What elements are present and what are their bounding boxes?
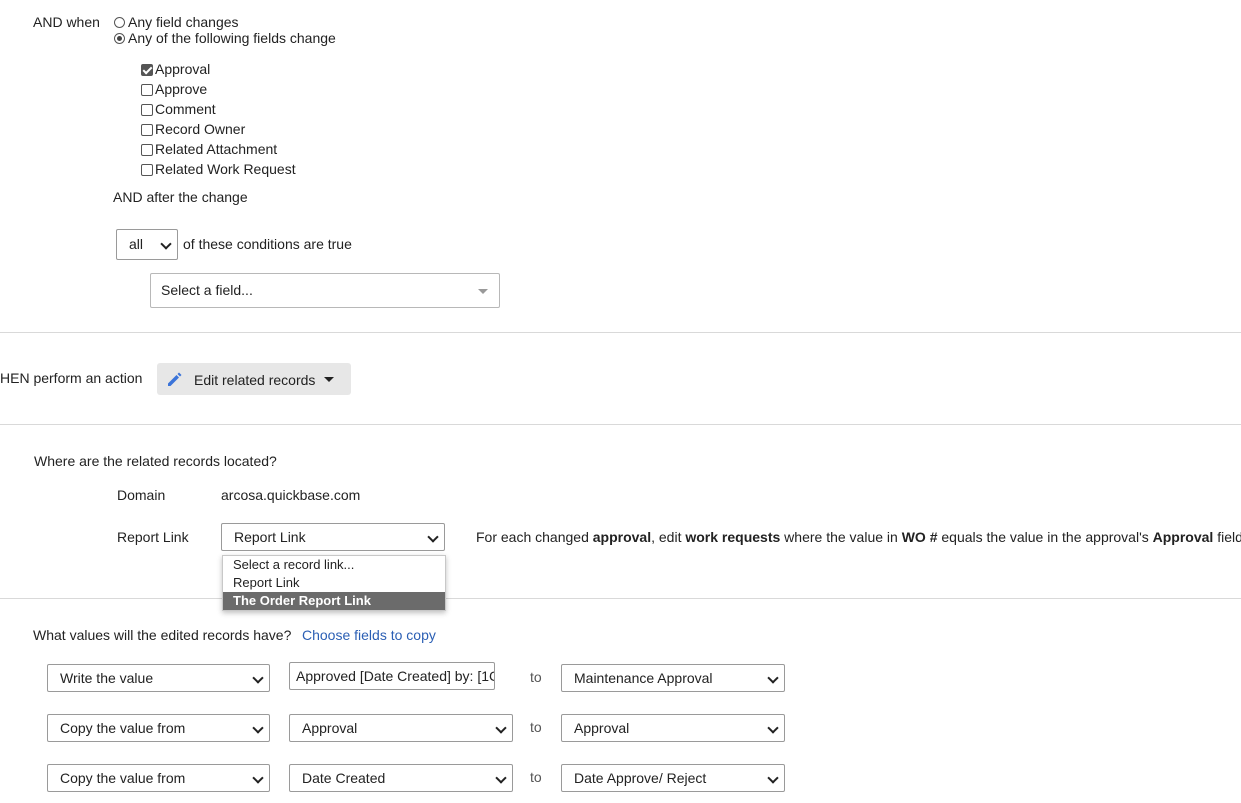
checkbox-icon[interactable] [141, 84, 153, 96]
source-field-text: Approval [302, 720, 358, 736]
checkbox-icon[interactable] [141, 104, 153, 116]
field-select[interactable]: Select a field... [150, 273, 500, 308]
field-checkbox-related-attachment[interactable]: Related Attachment [141, 141, 277, 157]
dropdown-option[interactable]: Report Link [223, 574, 445, 592]
related-description: For each changed approval, edit work req… [476, 529, 1241, 545]
action-label: HEN perform an action [0, 370, 143, 386]
report-link-label: Report Link [117, 529, 189, 545]
chevron-down-icon [252, 672, 264, 684]
desc-text: For each changed [476, 529, 593, 545]
checkbox-label: Related Work Request [155, 161, 296, 177]
pencil-icon [166, 370, 184, 391]
field-select-placeholder: Select a field... [161, 282, 253, 298]
chevron-down-icon [427, 531, 439, 543]
value-mode-text: Write the value [60, 670, 154, 686]
radio-icon[interactable] [114, 17, 125, 28]
chevron-down-icon [252, 722, 264, 734]
desc-bold: WO # [901, 529, 938, 545]
desc-text: equals the value in the approval's [937, 529, 1153, 545]
checkbox-label: Approval [155, 61, 211, 77]
to-label: to [530, 769, 542, 785]
field-checkbox-related-work-request[interactable]: Related Work Request [141, 161, 296, 177]
radio-selected-icon[interactable] [114, 33, 125, 44]
value-mode-select[interactable]: Copy the value from [47, 764, 270, 792]
source-field-select[interactable]: Approval [289, 714, 513, 742]
source-field-select[interactable]: Date Created [289, 764, 513, 792]
value-mode-select[interactable]: Write the value [47, 664, 270, 692]
divider [0, 598, 1241, 599]
values-question: What values will the edited records have… [33, 627, 292, 643]
radio-following-fields[interactable]: Any of the following fields change [114, 30, 336, 46]
chevron-down-icon [495, 722, 507, 734]
to-label: to [530, 669, 542, 685]
checkbox-label: Related Attachment [155, 141, 278, 157]
to-label: to [530, 719, 542, 735]
report-link-select[interactable]: Report Link [221, 523, 445, 551]
chevron-down-icon [767, 672, 779, 684]
value-text-input[interactable]: Approved [Date Created] by: [1C [289, 662, 495, 690]
desc-bold: Approval [1152, 529, 1214, 545]
field-checkbox-comment[interactable]: Comment [141, 101, 216, 117]
checkbox-label: Record Owner [155, 121, 246, 137]
source-field-text: Date Created [302, 770, 386, 786]
chevron-down-icon [252, 772, 264, 784]
chevron-down-icon [160, 238, 172, 250]
conditions-text: of these conditions are true [183, 236, 352, 252]
checkbox-icon[interactable] [141, 124, 153, 136]
target-field-select[interactable]: Date Approve/ Reject [561, 764, 785, 792]
field-checkbox-approve[interactable]: Approve [141, 81, 207, 97]
caret-down-icon [324, 377, 334, 382]
choose-fields-link[interactable]: Choose fields to copy [302, 627, 436, 643]
dropdown-option-highlighted[interactable]: The Order Report Link [223, 592, 445, 610]
value-mode-text: Copy the value from [60, 770, 186, 786]
radio-following-fields-label: Any of the following fields change [128, 30, 336, 46]
caret-down-icon [478, 289, 488, 294]
target-field-text: Maintenance Approval [574, 670, 713, 686]
desc-text: field. [1217, 529, 1241, 545]
conditions-select-value: all [129, 236, 144, 252]
value-mode-text: Copy the value from [60, 720, 186, 736]
field-checkbox-approval[interactable]: Approval [141, 61, 210, 77]
chevron-down-icon [767, 772, 779, 784]
checkbox-label: Comment [155, 101, 216, 117]
domain-value: arcosa.quickbase.com [221, 487, 361, 503]
field-checkbox-record-owner[interactable]: Record Owner [141, 121, 245, 137]
checkbox-icon[interactable] [141, 144, 153, 156]
chevron-down-icon [767, 722, 779, 734]
checkbox-icon[interactable] [141, 164, 153, 176]
desc-bold: approval [592, 529, 652, 545]
conditions-select[interactable]: all [116, 229, 178, 260]
target-field-text: Date Approve/ Reject [574, 770, 707, 786]
checkbox-checked-icon[interactable] [141, 64, 153, 76]
target-field-select[interactable]: Maintenance Approval [561, 664, 785, 692]
report-link-dropdown[interactable]: Select a record link... Report Link The … [222, 555, 446, 611]
after-change-label: AND after the change [113, 189, 248, 205]
target-field-text: Approval [574, 720, 630, 736]
related-question: Where are the related records located? [34, 453, 277, 469]
radio-any-field[interactable]: Any field changes [114, 14, 239, 30]
divider [0, 424, 1241, 425]
target-field-select[interactable]: Approval [561, 714, 785, 742]
domain-label: Domain [117, 487, 166, 503]
desc-text: , edit [651, 529, 686, 545]
edit-related-records-label: Edit related records [194, 372, 316, 388]
radio-any-field-label: Any field changes [128, 14, 239, 30]
divider [0, 332, 1241, 333]
and-when-label: AND when [33, 14, 100, 30]
checkbox-label: Approve [155, 81, 208, 97]
value-mode-select[interactable]: Copy the value from [47, 714, 270, 742]
desc-text: where the value in [780, 529, 902, 545]
report-link-select-value: Report Link [234, 529, 306, 545]
chevron-down-icon [495, 772, 507, 784]
edit-related-records-button[interactable]: Edit related records [157, 363, 351, 395]
dropdown-option[interactable]: Select a record link... [223, 556, 445, 574]
desc-bold: work requests [685, 529, 781, 545]
